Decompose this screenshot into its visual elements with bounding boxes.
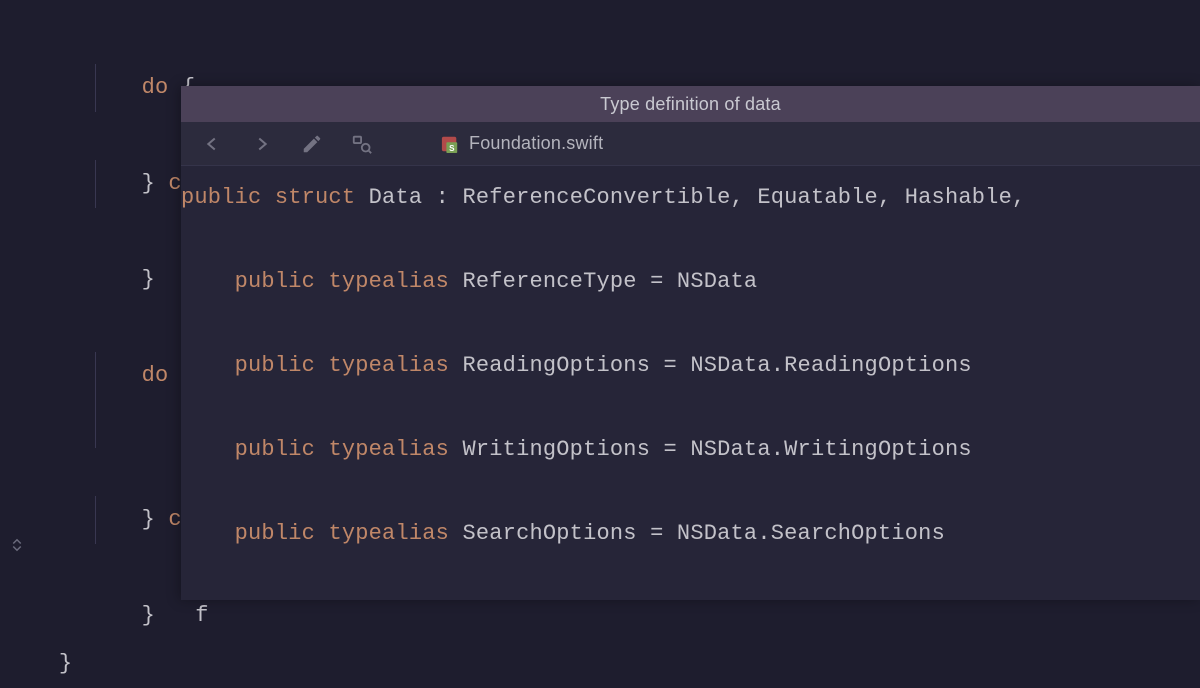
alias-name: ReferenceType	[462, 269, 636, 294]
typealias-line[interactable]: public typealias SearchOptions = NSData.…	[181, 512, 1200, 556]
alias-value: NSData.SearchOptions	[677, 521, 945, 546]
type-definition-popup: Type definition of data S Foundation.swi…	[181, 86, 1200, 600]
alias-value: NSData.ReadingOptions	[690, 353, 971, 378]
typealias-line[interactable]: public typealias ReferenceType = NSData	[181, 260, 1200, 304]
type-name: Data	[369, 185, 423, 210]
code-line-empty	[181, 304, 1200, 344]
code-line[interactable]: do {	[0, 16, 1200, 64]
equals: =	[650, 437, 690, 462]
swift-file-icon: S	[441, 135, 459, 153]
keyword-public: public	[235, 269, 315, 294]
protocol-list: ReferenceConvertible, Equatable, Hashabl…	[462, 185, 1025, 210]
keyword-public: public	[235, 521, 315, 546]
keyword-public: public	[181, 185, 261, 210]
code-line-empty	[181, 472, 1200, 512]
forward-arrow-icon[interactable]	[251, 133, 273, 155]
alias-name: WritingOptions	[462, 437, 650, 462]
keyword-typealias: typealias	[328, 521, 449, 546]
svg-text:S: S	[449, 144, 455, 153]
typealias-line[interactable]: public typealias WritingOptions = NSData…	[181, 428, 1200, 472]
alias-value: NSData	[677, 269, 757, 294]
back-arrow-icon[interactable]	[201, 133, 223, 155]
alias-value: NSData.WritingOptions	[690, 437, 971, 462]
colon-sep: :	[422, 185, 462, 210]
popup-title-bar[interactable]: Type definition of data	[181, 86, 1200, 122]
keyword-typealias: typealias	[328, 353, 449, 378]
typealias-line[interactable]: public typealias ReadingOptions = NSData…	[181, 344, 1200, 388]
edit-pencil-icon[interactable]	[301, 133, 323, 155]
equals: =	[637, 521, 677, 546]
brace: }	[59, 651, 72, 676]
file-name-text: Foundation.swift	[469, 133, 603, 154]
keyword-typealias: typealias	[328, 269, 449, 294]
alias-name: SearchOptions	[462, 521, 636, 546]
popup-file-label[interactable]: S Foundation.swift	[441, 133, 603, 154]
alias-name: ReadingOptions	[462, 353, 650, 378]
code-line-empty	[181, 388, 1200, 428]
keyword-struct: struct	[275, 185, 355, 210]
find-usages-icon[interactable]	[351, 133, 373, 155]
code-line-empty	[181, 220, 1200, 260]
equals: =	[637, 269, 677, 294]
declaration-line[interactable]: public struct Data : ReferenceConvertibl…	[181, 176, 1200, 220]
keyword-typealias: typealias	[328, 437, 449, 462]
popup-code-view[interactable]: public struct Data : ReferenceConvertibl…	[181, 166, 1200, 556]
equals: =	[650, 353, 690, 378]
keyword-public: public	[235, 437, 315, 462]
keyword-public: public	[235, 353, 315, 378]
popup-toolbar: S Foundation.swift	[181, 122, 1200, 166]
